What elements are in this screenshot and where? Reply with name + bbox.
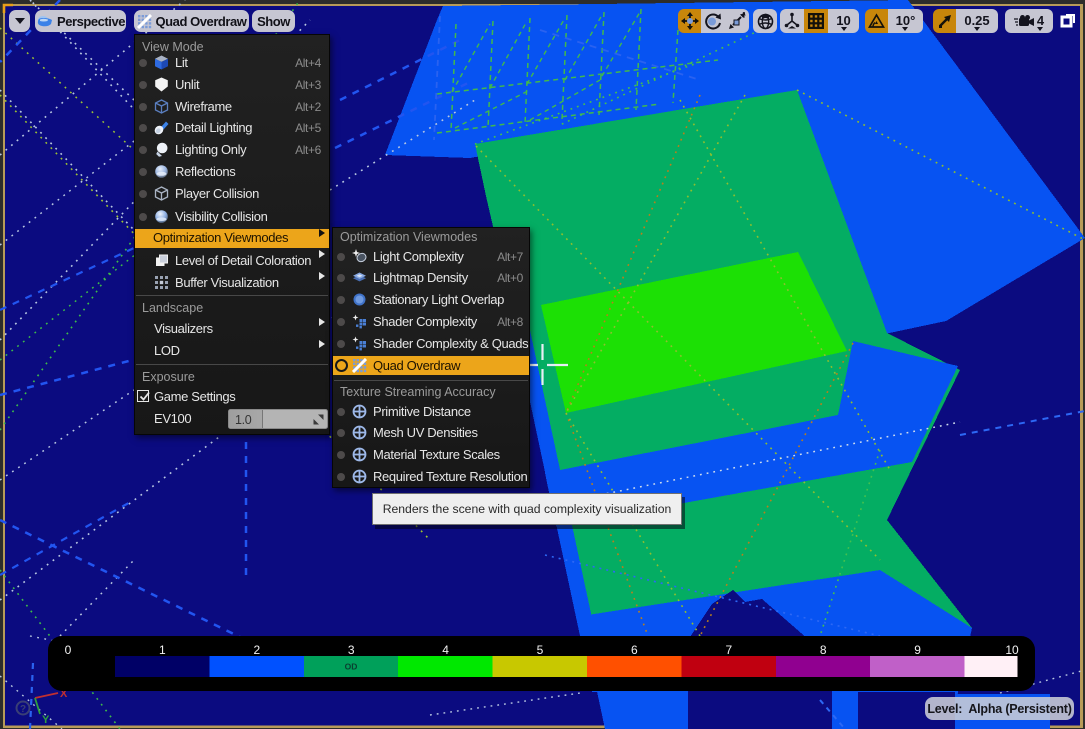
svg-text:8: 8 bbox=[820, 643, 827, 657]
svg-text:4: 4 bbox=[442, 643, 449, 657]
svg-text:Y: Y bbox=[42, 714, 50, 726]
svg-text:?: ? bbox=[20, 704, 26, 715]
svg-text:2: 2 bbox=[253, 643, 260, 657]
svg-text:9: 9 bbox=[914, 643, 921, 657]
svg-text:5: 5 bbox=[537, 643, 544, 657]
svg-text:0: 0 bbox=[65, 643, 72, 657]
svg-text:6: 6 bbox=[631, 643, 638, 657]
svg-text:3: 3 bbox=[348, 643, 355, 657]
svg-text:1: 1 bbox=[159, 643, 166, 657]
svg-text:10: 10 bbox=[1005, 643, 1019, 657]
svg-text:7: 7 bbox=[725, 643, 732, 657]
svg-text:OD: OD bbox=[345, 662, 358, 672]
